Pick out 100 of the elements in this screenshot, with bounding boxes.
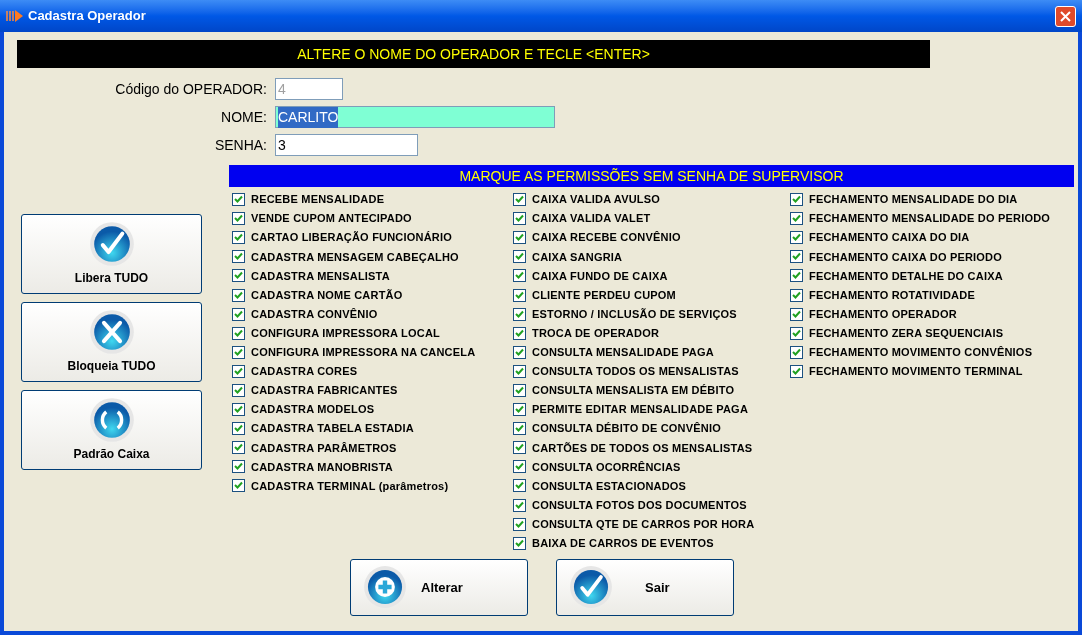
permission-label: CADASTRA CONVÊNIO <box>251 306 378 322</box>
action-button[interactable]: Sair <box>556 558 734 616</box>
checkbox[interactable] <box>513 231 526 245</box>
checkbox[interactable] <box>513 326 526 340</box>
check-icon <box>569 565 613 610</box>
checkbox[interactable] <box>232 460 245 474</box>
checkbox[interactable] <box>513 517 526 531</box>
checkbox[interactable] <box>232 193 245 207</box>
checkbox[interactable] <box>232 441 245 455</box>
close-button[interactable] <box>1055 5 1076 27</box>
permission-label: VENDE CUPOM ANTECIPADO <box>251 211 412 227</box>
action-button[interactable]: Bloqueia TUDO <box>21 302 202 382</box>
permissions-header: MARQUE AS PERMISSÕES SEM SENHA DE SUPERVISOR <box>229 165 1074 187</box>
checkbox[interactable] <box>513 422 526 436</box>
permission-label: FECHAMENTO MOVIMENTO TERMINAL <box>809 364 1023 380</box>
checkbox[interactable] <box>790 250 803 264</box>
permission-label: CADASTRA FABRICANTES <box>251 383 398 399</box>
permission-label: FECHAMENTO OPERADOR <box>809 306 957 322</box>
checkbox[interactable] <box>790 364 803 378</box>
checkbox[interactable] <box>513 441 526 455</box>
checkbox[interactable] <box>232 403 245 417</box>
checkbox[interactable] <box>513 460 526 474</box>
checkbox[interactable] <box>513 364 526 378</box>
checkbox[interactable] <box>513 307 526 321</box>
checkbox[interactable] <box>513 479 526 493</box>
window-title: Cadastra Operador <box>28 7 146 26</box>
permission-label: CONSULTA QTE DE CARROS POR HORA <box>532 516 755 532</box>
checkbox[interactable] <box>790 231 803 245</box>
checkbox[interactable] <box>513 193 526 207</box>
checkbox[interactable] <box>790 307 803 321</box>
permission-label: FECHAMENTO CAIXA DO DIA <box>809 230 970 246</box>
checkbox[interactable] <box>232 231 245 245</box>
checkbox[interactable] <box>232 269 245 283</box>
check-icon <box>88 221 135 267</box>
checkbox[interactable] <box>232 384 245 397</box>
permission-label: CONSULTA DÉBITO DE CONVÊNIO <box>532 421 721 437</box>
permission-label: RECEBE MENSALIDADE <box>251 192 385 208</box>
checkbox[interactable] <box>232 288 245 302</box>
permission-label: CADASTRA MENSAGEM CABEÇALHO <box>251 249 459 265</box>
permission-label: FECHAMENTO ZERA SEQUENCIAIS <box>809 325 1004 341</box>
permission-label: CADASTRA TERMINAL (parâmetros) <box>251 478 449 494</box>
checkbox[interactable] <box>513 288 526 302</box>
action-button[interactable]: Alterar <box>350 558 528 616</box>
permission-label: FECHAMENTO DETALHE DO CAIXA <box>809 268 1003 284</box>
checkbox[interactable] <box>232 422 245 436</box>
permission-label: CAIXA FUNDO DE CAIXA <box>532 268 668 284</box>
permission-label: FECHAMENTO ROTATIVIDADE <box>809 287 975 303</box>
permission-label: CAIXA VALIDA AVULSO <box>532 192 661 208</box>
permission-label: CLIENTE PERDEU CUPOM <box>532 287 676 303</box>
permission-label: PERMITE EDITAR MENSALIDADE PAGA <box>532 402 749 418</box>
permission-label: ESTORNO / INCLUSÃO DE SERVIÇOS <box>532 306 737 322</box>
checkbox[interactable] <box>232 307 245 321</box>
checkbox[interactable] <box>790 288 803 302</box>
field-label: NOME: <box>220 107 267 127</box>
permission-label: CAIXA VALIDA VALET <box>532 211 651 227</box>
permission-label: CONFIGURA IMPRESSORA NA CANCELA <box>251 345 476 361</box>
permission-label: CADASTRA TABELA ESTADIA <box>251 421 414 437</box>
checkbox[interactable] <box>790 212 803 226</box>
permission-label: CADASTRA MENSALISTA <box>251 268 390 284</box>
action-button[interactable]: Libera TUDO <box>21 214 202 294</box>
checkbox[interactable] <box>232 364 245 378</box>
checkbox[interactable] <box>790 193 803 207</box>
checkbox[interactable] <box>513 498 526 512</box>
checkbox[interactable] <box>790 345 803 359</box>
checkbox[interactable] <box>513 536 526 550</box>
field-label: Código do OPERADOR: <box>114 79 267 99</box>
checkbox[interactable] <box>232 345 245 359</box>
permission-label: CONSULTA MENSALIDADE PAGA <box>532 345 714 361</box>
checkbox[interactable] <box>513 403 526 417</box>
permission-label: CONSULTA OCORRÊNCIAS <box>532 459 681 475</box>
checkbox[interactable] <box>232 212 245 226</box>
permission-label: CADASTRA MODELOS <box>251 402 375 418</box>
permission-label: CONSULTA ESTACIONADOS <box>532 478 687 494</box>
checkbox[interactable] <box>513 345 526 359</box>
permission-label: CONFIGURA IMPRESSORA LOCAL <box>251 325 440 341</box>
input-field[interactable]: 3 <box>275 134 418 156</box>
arrow-icon <box>6 9 24 23</box>
permission-label: CADASTRA CORES <box>251 364 358 380</box>
checkbox[interactable] <box>232 326 245 340</box>
checkbox[interactable] <box>790 269 803 283</box>
checkbox[interactable] <box>232 250 245 264</box>
permission-label: FECHAMENTO MENSALIDADE DO PERIODO <box>809 211 1051 227</box>
permission-label: CARTAO LIBERAÇÃO FUNCIONÁRIO <box>251 230 452 246</box>
checkbox[interactable] <box>513 384 526 397</box>
permission-label: CAIXA RECEBE CONVÊNIO <box>532 230 681 246</box>
permission-label: CONSULTA MENSALISTA EM DÉBITO <box>532 383 735 399</box>
close-icon <box>1060 10 1071 22</box>
permission-label: CONSULTA FOTOS DOS DOCUMENTOS <box>532 497 747 513</box>
action-button[interactable]: Padrão Caixa <box>21 390 202 470</box>
checkbox[interactable] <box>790 326 803 340</box>
checkbox[interactable] <box>513 269 526 283</box>
refresh-icon <box>88 397 135 443</box>
permission-label: BAIXA DE CARROS DE EVENTOS <box>532 536 714 551</box>
permission-label: FECHAMENTO MENSALIDADE DO DIA <box>809 192 1018 208</box>
cross-icon <box>88 309 135 355</box>
permission-label: FECHAMENTO CAIXA DO PERIODO <box>809 249 1003 265</box>
checkbox[interactable] <box>232 479 245 493</box>
checkbox[interactable] <box>513 250 526 264</box>
input-field[interactable]: CARLITO <box>275 106 555 128</box>
checkbox[interactable] <box>513 212 526 226</box>
